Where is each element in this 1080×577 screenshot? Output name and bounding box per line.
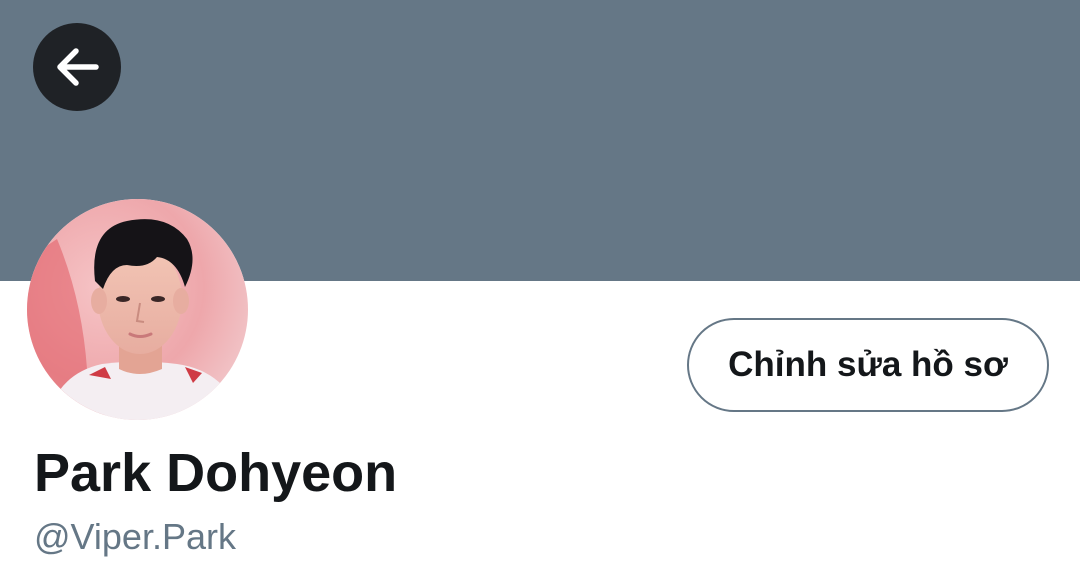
back-button[interactable] bbox=[33, 23, 121, 111]
user-handle: @Viper.Park bbox=[34, 516, 236, 557]
avatar[interactable] bbox=[27, 199, 248, 420]
edit-profile-button[interactable]: Chỉnh sửa hồ sơ bbox=[687, 318, 1049, 412]
display-name: Park Dohyeon bbox=[34, 443, 398, 503]
avatar-image bbox=[27, 199, 248, 420]
arrow-left-icon bbox=[54, 47, 100, 87]
